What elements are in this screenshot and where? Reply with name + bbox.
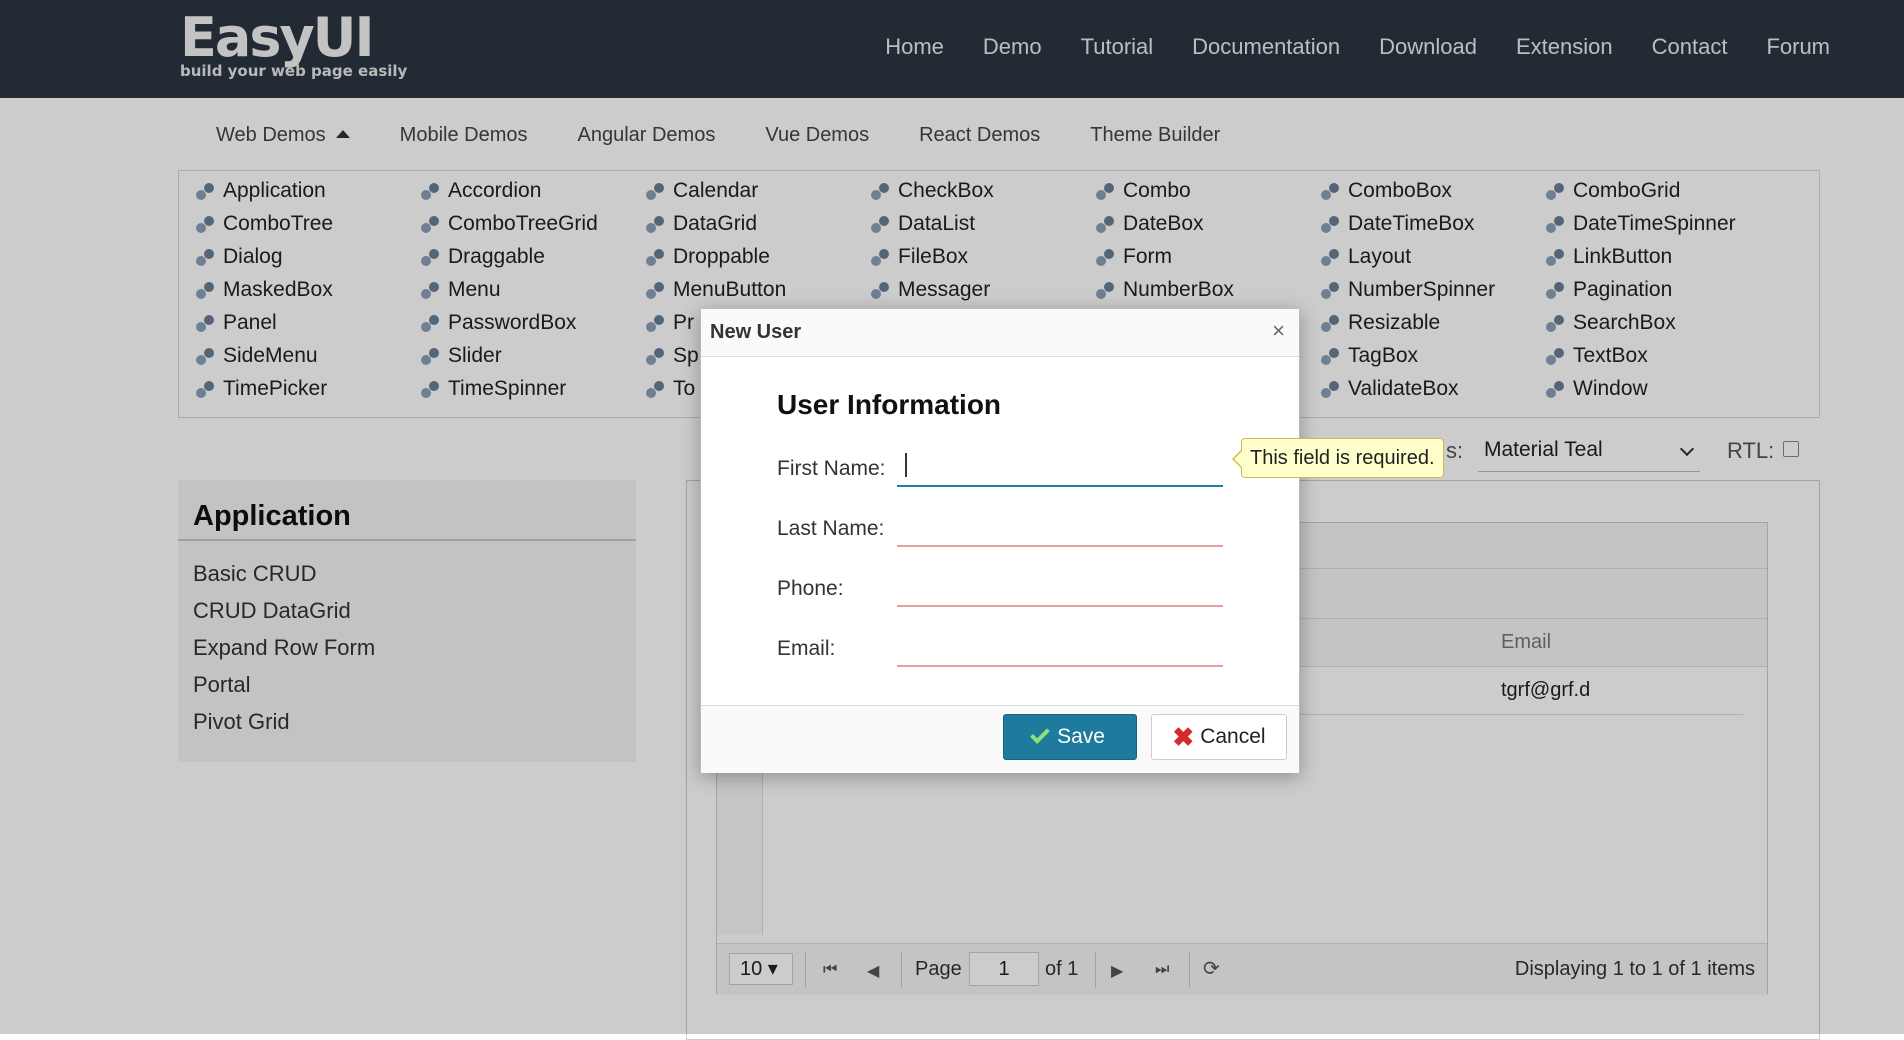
- form-row-last-name: Last Name:: [777, 503, 1237, 551]
- email-label: Email:: [777, 637, 836, 660]
- form-row-phone: Phone:: [777, 563, 1237, 611]
- cancel-x-icon: ✖: [1172, 722, 1195, 752]
- dialog-header: New User ×: [701, 309, 1299, 357]
- cancel-button[interactable]: ✖ Cancel: [1151, 714, 1287, 760]
- text-caret: [905, 453, 907, 477]
- cancel-label: Cancel: [1200, 725, 1266, 748]
- form-title: User Information: [777, 389, 1002, 420]
- dialog-title: New User: [710, 321, 802, 343]
- save-button[interactable]: Save: [1003, 714, 1137, 760]
- email-field[interactable]: [897, 623, 1223, 667]
- first-name-field[interactable]: [897, 443, 1223, 487]
- last-name-label: Last Name:: [777, 517, 885, 540]
- dialog-body: User Information First Name: Last Name: …: [701, 357, 1299, 705]
- phone-label: Phone:: [777, 577, 844, 600]
- form-row-first-name: First Name:: [777, 443, 1237, 491]
- checkmark-icon: [1030, 724, 1050, 744]
- close-icon[interactable]: ×: [1272, 318, 1285, 344]
- last-name-field[interactable]: [897, 503, 1223, 547]
- save-label: Save: [1057, 725, 1105, 748]
- validation-tooltip: This field is required.: [1232, 438, 1444, 478]
- phone-field[interactable]: [897, 563, 1223, 607]
- first-name-label: First Name:: [777, 457, 886, 480]
- form-row-email: Email:: [777, 623, 1237, 671]
- dialog-footer: Save ✖ Cancel: [701, 705, 1299, 773]
- new-user-dialog: New User × User Information First Name: …: [700, 308, 1300, 773]
